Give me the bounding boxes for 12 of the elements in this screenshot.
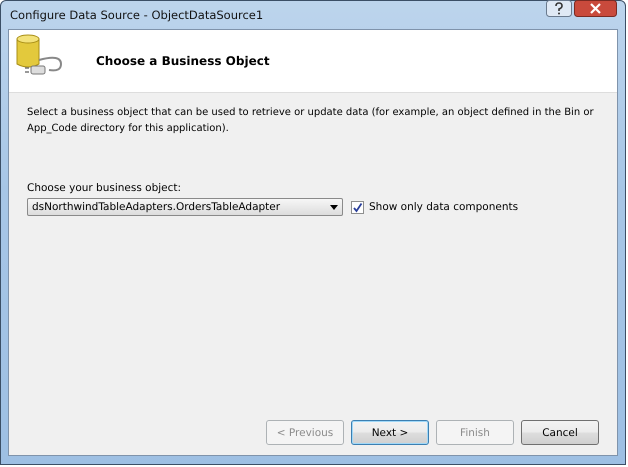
wizard-button[interactable]: Next > — [351, 420, 429, 445]
window-title: Configure Data Source - ObjectDataSource1 — [10, 8, 264, 22]
wizard-button[interactable]: Cancel — [521, 420, 599, 445]
field-label: Choose your business object: — [27, 182, 182, 194]
description-text: Select a business object that can be used to retrieve or update data (for example, an object defined in the Bin or App_Code directory for this application). — [27, 106, 595, 136]
business-object-dropdown[interactable]: dsNorthwindTableAdapters.OrdersTableAdapter — [27, 198, 343, 216]
show-only-data-components-checkbox[interactable]: Show only data components — [351, 200, 518, 214]
help-icon[interactable] — [546, 0, 572, 17]
page-heading: Choose a Business Object — [96, 54, 270, 68]
dropdown-arrow-icon — [330, 204, 338, 210]
checkmark-icon — [352, 202, 363, 212]
close-icon[interactable] — [574, 0, 617, 17]
